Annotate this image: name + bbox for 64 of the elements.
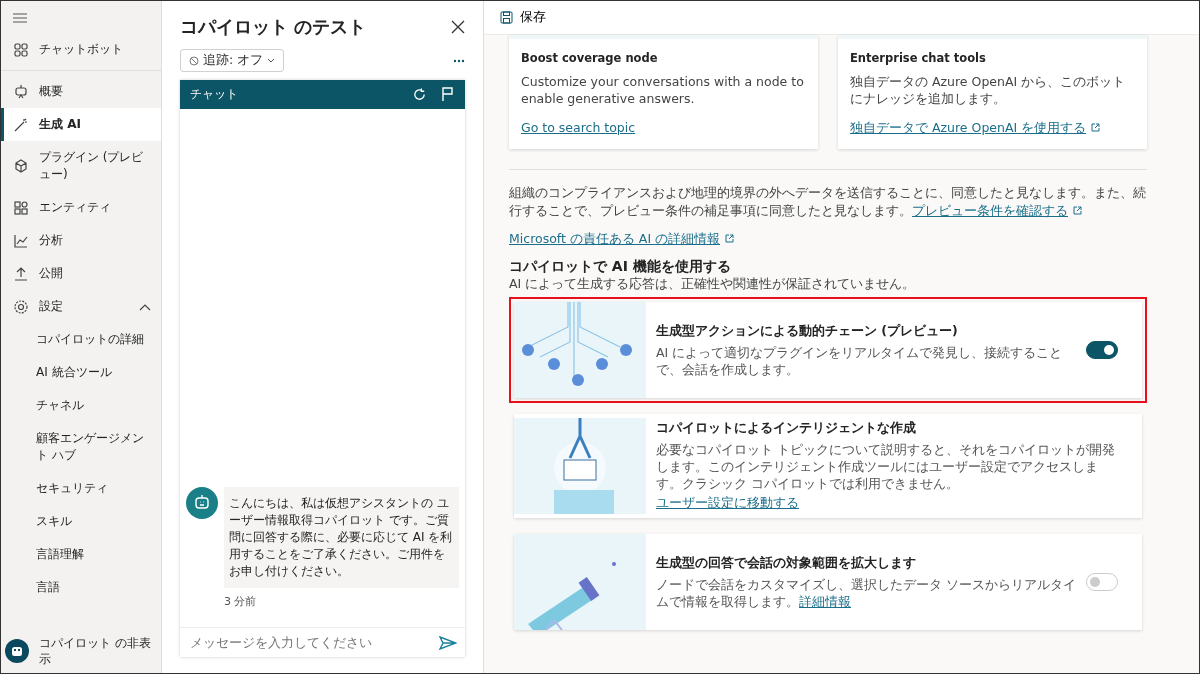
send-icon[interactable] (439, 635, 457, 650)
shapes-icon (13, 199, 29, 216)
card-title: Enterprise chat tools (850, 51, 987, 65)
chat-message: こんにちは、私は仮想アシスタントの ユーザー情報取得コパイロット です。ご質問に回答する際に、必要に応じて AI を利用することをご了承ください。ご用件をお申し付けください。 (224, 487, 459, 588)
feature-title: 生成型アクションによる動的チェーン (プレビュー) (656, 322, 959, 340)
blocked-icon (189, 55, 199, 66)
more-icon[interactable] (453, 58, 465, 63)
chart-icon (13, 232, 29, 249)
nav-subitem[interactable]: セキュリティ (1, 472, 161, 505)
nav-subitem[interactable]: チャネル (1, 389, 161, 422)
nav-item[interactable]: 生成 AI (1, 108, 161, 141)
wand-icon (13, 116, 29, 133)
chevron-down-icon (267, 57, 276, 64)
preview-terms-link[interactable]: プレビュー条件を確認する (912, 203, 1082, 218)
grid-icon (13, 41, 29, 58)
section-title: コパイロットで AI 機能を使用する (509, 258, 732, 276)
nav-subitem[interactable]: コパイロットの詳細 (1, 323, 161, 356)
upload-icon (13, 265, 29, 282)
panel-title: コパイロット のテスト (180, 15, 367, 39)
nav-item[interactable]: 分析 (1, 224, 161, 257)
nav-subitem[interactable]: スキル (1, 505, 161, 538)
feature-description: AI によって適切なプラグインをリアルタイムで発見し、接続することで、会話を作成します。 (656, 343, 1064, 378)
hide-copilot-label[interactable]: コパイロット の非表示 (39, 635, 157, 667)
flag-icon[interactable] (441, 87, 455, 102)
card-title: Boost coverage node (521, 51, 659, 65)
refresh-icon[interactable] (412, 87, 427, 102)
robot-icon (13, 83, 29, 100)
responsible-ai-link[interactable]: Microsoft の責任ある AI の詳細情報 (509, 231, 735, 248)
nav-subitem[interactable]: 顧客エンゲージメント ハブ (1, 422, 161, 472)
chevron-icon[interactable] (139, 302, 151, 311)
feature-description: ノードで会話をカスタマイズし、選択したデータ ソースからリアルタイムで情報を取得します。詳細情報 (656, 575, 1076, 610)
gear-icon (13, 298, 29, 315)
external-link-icon (725, 234, 735, 243)
nav-item[interactable]: 設定 (1, 290, 161, 323)
feature-title: コパイロットによるインテリジェントな作成 (656, 420, 917, 437)
nav-item[interactable]: 公開 (1, 257, 161, 290)
tracking-dropdown[interactable]: 追跡: オフ (180, 49, 285, 72)
section-subtitle: AI によって生成する応答は、正確性や関連性が保証されていません。 (509, 276, 917, 293)
nav-item[interactable]: プラグイン (プレビュー) (1, 141, 161, 191)
close-icon[interactable] (451, 20, 465, 34)
nav-item[interactable]: 概要 (1, 75, 161, 108)
card-link[interactable]: 独自データで Azure OpenAI を使用する (850, 120, 1101, 135)
feature-title: 生成型の回答で会話の対象範囲を拡大します (656, 554, 917, 572)
nav-item[interactable]: エンティティ (1, 191, 161, 224)
nav-subitem[interactable]: 言語理解 (1, 538, 161, 571)
consent-notice: 組織のコンプライアンスおよび地理的境界の外へデータを送信することに、同意したと見なします。また、続行することで、プレビュー条件の補足事項に同意したと見なします。プレビュー条件を確認する (509, 184, 1147, 220)
nav-subitem[interactable]: 言語 (1, 571, 161, 604)
nav-item[interactable]: チャットボット (1, 33, 161, 66)
cube-icon (13, 158, 29, 174)
chat-title: チャット (190, 86, 239, 103)
feature-description: 必要なコパイロット トピックについて説明すると、それをコパイロットが開発します。このインテリジェント作成ツールにはユーザー設定でアクセスします。クラシック コパイロットでは利用できません。 (656, 441, 1116, 492)
card-link[interactable]: Go to search topic (521, 120, 636, 135)
card-description: Customize your conversations with a node to enable generative answers. (521, 73, 805, 107)
toggle-switch[interactable] (1086, 341, 1118, 359)
user-settings-link[interactable]: ユーザー設定に移動する (656, 495, 799, 512)
card-description: 独自データの Azure OpenAI から、このボットにナレッジを追加します。 (850, 73, 1127, 107)
learn-more-link[interactable]: 詳細情報 (799, 593, 851, 609)
robot-avatar-icon (5, 639, 29, 663)
message-time: 3 分前 (224, 594, 258, 609)
save-button[interactable]: 保存 (496, 5, 550, 30)
external-link-icon (1073, 206, 1082, 215)
save-icon (500, 11, 513, 24)
bot-avatar-icon (186, 487, 218, 519)
nav-subitem[interactable]: AI 統合ツール (1, 356, 161, 389)
